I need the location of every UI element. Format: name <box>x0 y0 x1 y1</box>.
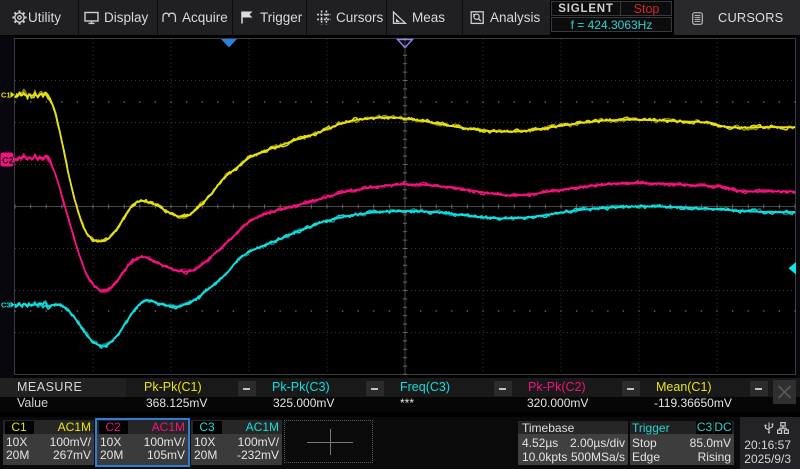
svg-text:C3: C3 <box>1 301 11 310</box>
svg-text:C2: C2 <box>2 156 14 166</box>
svg-text:C1: C1 <box>1 91 11 100</box>
